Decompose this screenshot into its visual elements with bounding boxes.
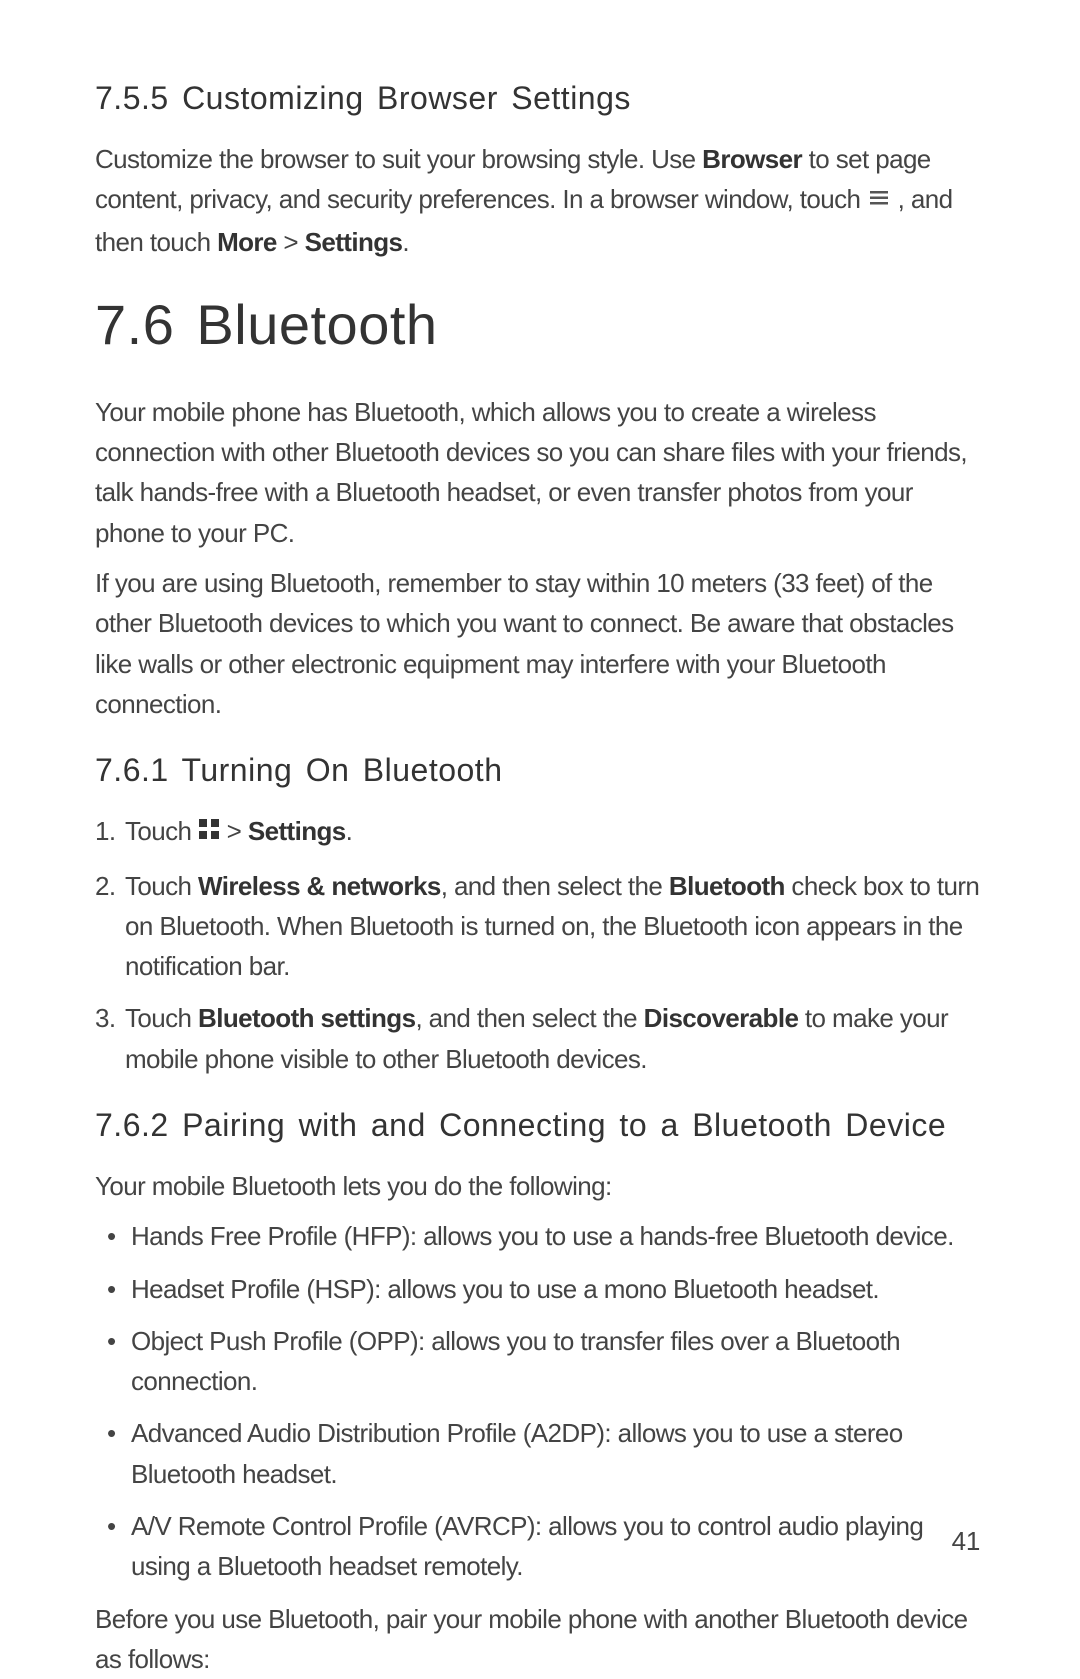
section-762: 7.6.2 Pairing with and Connecting to a B… xyxy=(95,1107,985,1679)
section-76: 7.6 Bluetooth Your mobile phone has Blue… xyxy=(95,292,985,724)
list-item: Headset Profile (HSP): allows you to use… xyxy=(95,1269,985,1309)
settings-bold: Settings xyxy=(305,227,403,257)
para-76-2: If you are using Bluetooth, remember to … xyxy=(95,563,985,724)
list-item: 1. Touch > Settings. xyxy=(95,811,985,853)
text: , and then select the xyxy=(441,871,669,901)
text: . xyxy=(346,816,353,846)
heading-76: 7.6 Bluetooth xyxy=(95,292,985,357)
para-762-intro: Your mobile Bluetooth lets you do the fo… xyxy=(95,1166,985,1206)
menu-icon xyxy=(867,179,891,219)
discoverable-bold: Discoverable xyxy=(644,1003,799,1033)
browser-bold: Browser xyxy=(702,144,802,174)
page-number: 41 xyxy=(952,1526,980,1557)
heading-762: 7.6.2 Pairing with and Connecting to a B… xyxy=(95,1107,985,1144)
heading-755: 7.5.5 Customizing Browser Settings xyxy=(95,80,985,117)
more-bold: More xyxy=(217,227,277,257)
bluetooth-settings-bold: Bluetooth settings xyxy=(198,1003,415,1033)
list-item: 2. Touch Wireless & networks, and then s… xyxy=(95,866,985,987)
wireless-networks-bold: Wireless & networks xyxy=(198,871,441,901)
text: Customize the browser to suit your brows… xyxy=(95,144,702,174)
list-item: Advanced Audio Distribution Profile (A2D… xyxy=(95,1413,985,1494)
bluetooth-bold: Bluetooth xyxy=(669,871,785,901)
step-number: 3. xyxy=(95,998,115,1038)
section-755: 7.5.5 Customizing Browser Settings Custo… xyxy=(95,80,985,262)
text: > xyxy=(277,227,305,257)
ordered-list-761: 1. Touch > Settings. 2. Touch Wireless &… xyxy=(95,811,985,1079)
list-item: 3. Touch Bluetooth settings, and then se… xyxy=(95,998,985,1079)
text: , and then select the xyxy=(415,1003,643,1033)
list-item: Hands Free Profile (HFP): allows you to … xyxy=(95,1216,985,1256)
text: Touch xyxy=(125,871,198,901)
heading-761: 7.6.1 Turning On Bluetooth xyxy=(95,752,985,789)
apps-grid-icon xyxy=(198,811,220,851)
list-item: A/V Remote Control Profile (AVRCP): allo… xyxy=(95,1506,985,1587)
text: Touch xyxy=(125,816,198,846)
bullet-list-762: Hands Free Profile (HFP): allows you to … xyxy=(95,1216,985,1586)
text: > xyxy=(220,816,248,846)
para-76-1: Your mobile phone has Bluetooth, which a… xyxy=(95,392,985,553)
para-755: Customize the browser to suit your brows… xyxy=(95,139,985,262)
para-762-after: Before you use Bluetooth, pair your mobi… xyxy=(95,1599,985,1679)
settings-bold: Settings xyxy=(248,816,346,846)
text: Touch xyxy=(125,1003,198,1033)
list-item: Object Push Profile (OPP): allows you to… xyxy=(95,1321,985,1402)
text: . xyxy=(402,227,409,257)
section-761: 7.6.1 Turning On Bluetooth 1. Touch > Se… xyxy=(95,752,985,1079)
step-number: 2. xyxy=(95,866,115,906)
step-number: 1. xyxy=(95,811,115,851)
manual-page: 7.5.5 Customizing Browser Settings Custo… xyxy=(0,0,1080,1617)
